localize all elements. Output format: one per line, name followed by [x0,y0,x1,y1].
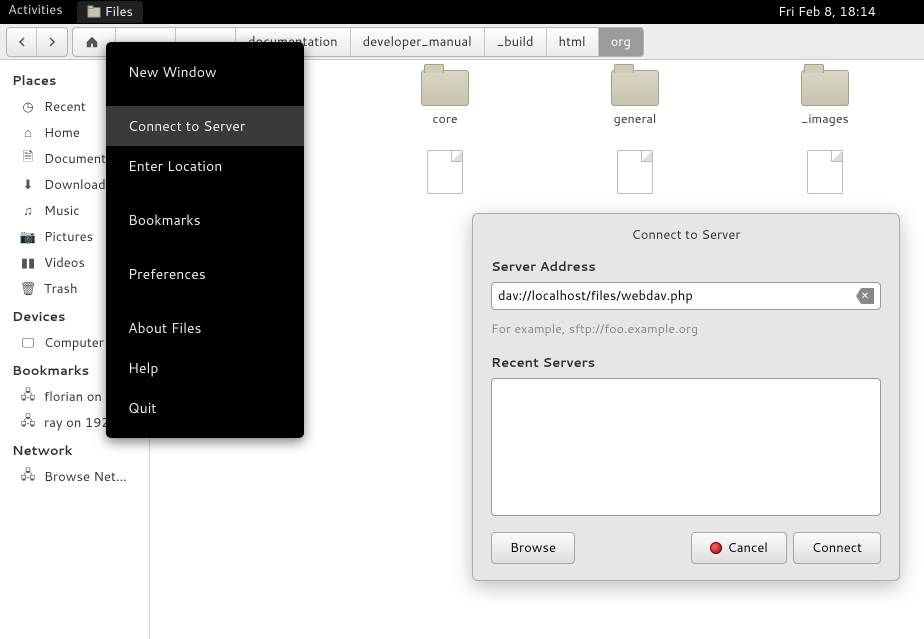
download-icon: ⬇ [20,177,36,193]
clear-icon[interactable]: ✕ [856,288,874,304]
crumb-build[interactable]: _build [485,28,547,56]
home-icon: ⌂ [20,125,36,141]
network-heading: Network [0,436,149,464]
top-bar: Activities Files Fri Feb 8, 18:14 [0,0,924,24]
clock-icon: ◷ [20,99,36,115]
recent-servers-label: Recent Servers [491,354,881,372]
menu-help[interactable]: Help [106,348,304,388]
folder-icon [421,70,469,106]
sidebar-item-browse-network[interactable]: 🖧Browse Net… [0,464,149,490]
connect-to-server-dialog: Connect to Server Server Address ✕ For e… [472,213,900,581]
dialog-title: Connect to Server [491,226,881,258]
cancel-button[interactable]: Cancel [691,532,787,564]
camera-icon: 📷 [20,229,36,245]
clock[interactable]: Fri Feb 8, 18:14 [778,3,876,21]
menu-connect-to-server[interactable]: Connect to Server [106,106,304,146]
crumb-org[interactable]: org [599,28,643,56]
back-button[interactable] [7,28,37,56]
app-menu: New Window Connect to Server Enter Locat… [106,42,304,438]
document-icon [617,150,653,194]
home-icon [85,35,99,49]
recent-servers-list[interactable] [491,378,881,516]
menu-quit[interactable]: Quit [106,388,304,428]
folder-general[interactable]: general [540,70,730,150]
forward-button[interactable] [37,28,67,56]
computer-icon: 🖵 [20,335,36,351]
server-address-input[interactable] [498,287,856,305]
folder-core[interactable]: core [350,70,540,150]
stop-icon [710,542,722,554]
menu-about[interactable]: About Files [106,308,304,348]
menu-enter-location[interactable]: Enter Location [106,146,304,186]
trash-icon: 🗑 [20,281,36,297]
chevron-right-icon [47,37,57,47]
document-icon [427,150,463,194]
activities-button[interactable]: Activities [8,1,63,23]
address-hint: For example, sftp://foo.example.org [491,320,881,338]
video-icon: ▮▮ [20,255,36,271]
folder-icon [611,70,659,106]
folder-icon [801,70,849,106]
crumb-developer-manual[interactable]: developer_manual [351,28,485,56]
browse-button[interactable]: Browse [491,532,575,564]
connect-button[interactable]: Connect [793,532,881,564]
music-icon: ♫ [20,203,36,219]
menu-bookmarks[interactable]: Bookmarks [106,200,304,240]
network-drive-icon: 🖧 [20,389,36,405]
network-icon: 🖧 [20,469,36,485]
menu-new-window[interactable]: New Window [106,52,304,92]
document-icon [807,150,843,194]
document-icon: 🗎 [20,151,36,167]
menu-preferences[interactable]: Preferences [106,254,304,294]
server-address-label: Server Address [491,258,881,276]
server-address-field[interactable]: ✕ [491,282,881,310]
nav-buttons [6,27,68,57]
network-drive-icon: 🖧 [20,415,36,431]
files-app-icon [87,5,101,19]
app-menu-files[interactable]: Files [77,1,143,23]
folder-images[interactable]: _images [730,70,920,150]
chevron-left-icon [17,37,27,47]
crumb-html[interactable]: html [547,28,599,56]
